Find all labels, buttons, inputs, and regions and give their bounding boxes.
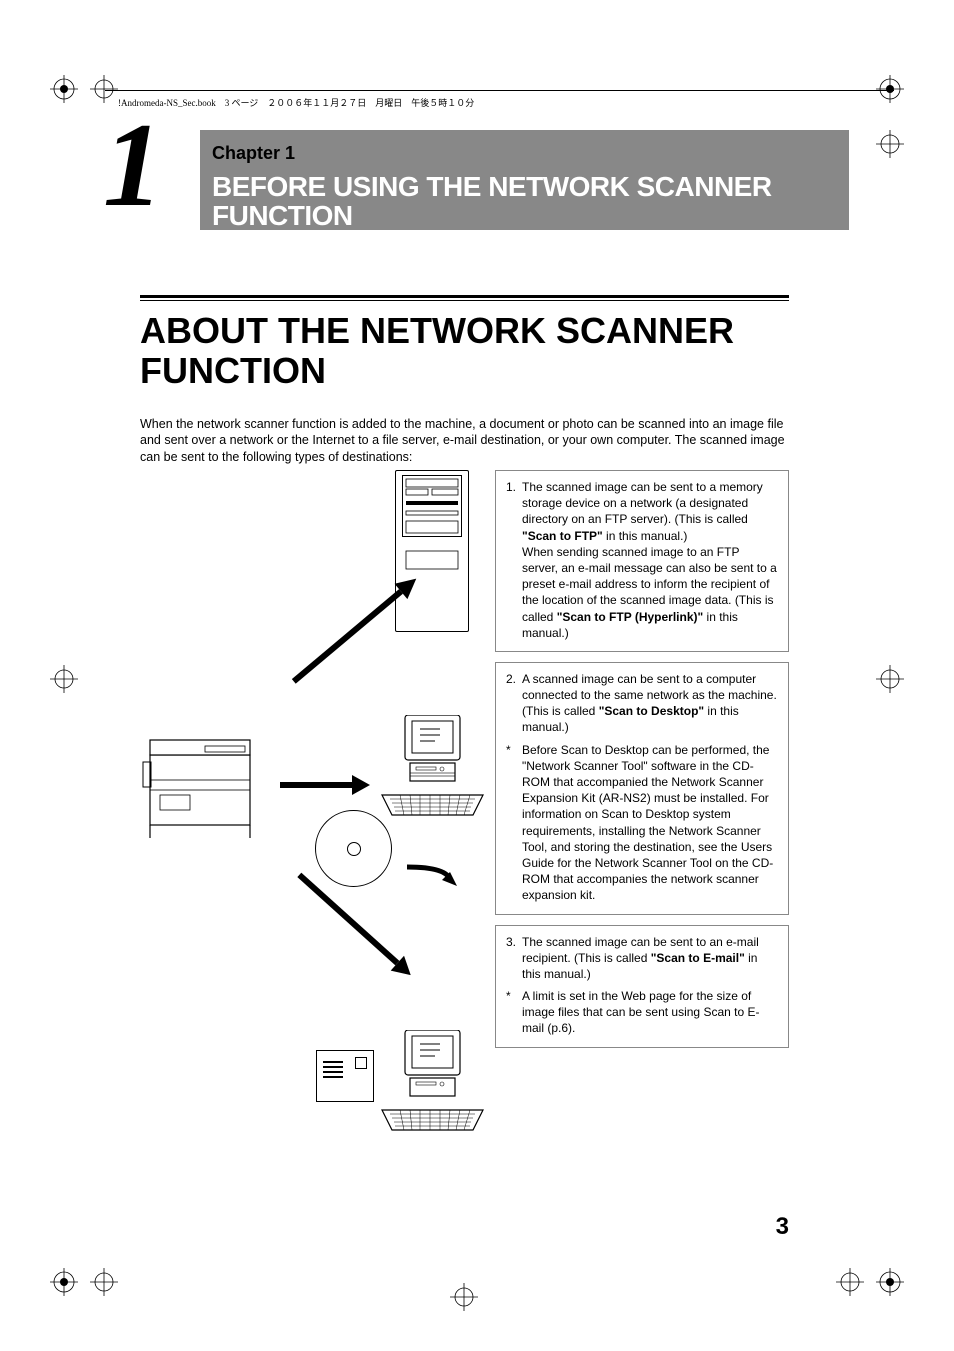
section-heading: ABOUT THE NETWORK SCANNER FUNCTION — [140, 295, 789, 390]
list-item: 1.The scanned image can be sent to a mem… — [506, 479, 778, 641]
crop-mark-icon — [50, 75, 78, 103]
crop-mark-icon — [876, 130, 904, 158]
bold-term: "Scan to FTP (Hyperlink)" — [557, 610, 704, 624]
chapter-label: Chapter 1 — [212, 144, 839, 162]
info-box: 3.The scanned image can be sent to an e-… — [495, 925, 789, 1048]
crop-mark-icon — [876, 75, 904, 103]
fax-icon — [316, 1050, 374, 1102]
crop-mark-icon — [876, 1268, 904, 1296]
chapter-header: Chapter 1 BEFORE USING THE NETWORK SCANN… — [105, 130, 849, 230]
bold-term: "Scan to E-mail" — [651, 951, 745, 965]
bold-term: "Scan to Desktop" — [599, 704, 704, 718]
info-box: 1.The scanned image can be sent to a mem… — [495, 470, 789, 652]
desktop-pc-icon — [380, 1030, 485, 1160]
manual-page: !Andromeda-NS_Sec.book 3 ページ ２００６年１１月２７日… — [0, 0, 954, 1351]
item-number: 3. — [506, 934, 522, 983]
list-item: 2.A scanned image can be sent to a compu… — [506, 671, 778, 736]
item-number: * — [506, 742, 522, 904]
server-icon — [395, 470, 469, 632]
description-column: 1.The scanned image can be sent to a mem… — [495, 470, 789, 1170]
chapter-title: BEFORE USING THE NETWORK SCANNER FUNCTIO… — [212, 172, 839, 231]
list-item: *A limit is set in the Web page for the … — [506, 988, 778, 1037]
list-item: 3.The scanned image can be sent to an e-… — [506, 934, 778, 983]
list-item: *Before Scan to Desktop can be performed… — [506, 742, 778, 904]
item-number: 2. — [506, 671, 522, 736]
crop-header-text: !Andromeda-NS_Sec.book 3 ページ ２００６年１１月２７日… — [118, 96, 474, 109]
crop-mark-icon — [50, 1268, 78, 1296]
crop-mark-icon — [836, 1268, 864, 1296]
item-number: 1. — [506, 479, 522, 641]
chapter-number: 1 — [103, 105, 163, 225]
item-text: Before Scan to Desktop can be performed,… — [522, 742, 778, 904]
item-number: * — [506, 988, 522, 1037]
item-text: The scanned image can be sent to an e-ma… — [522, 934, 778, 983]
intro-paragraph: When the network scanner function is add… — [140, 416, 789, 465]
info-box: 2.A scanned image can be sent to a compu… — [495, 662, 789, 915]
crop-mark-icon — [450, 1283, 478, 1311]
crop-mark-icon — [90, 1268, 118, 1296]
desktop-pc-icon — [380, 715, 485, 845]
section-title: ABOUT THE NETWORK SCANNER FUNCTION — [140, 311, 789, 390]
crop-mark-icon — [876, 665, 904, 693]
copier-icon — [140, 720, 270, 850]
item-text: The scanned image can be sent to a memor… — [522, 479, 778, 641]
curved-arrow-icon — [402, 862, 462, 892]
page-number: 3 — [776, 1213, 789, 1241]
crop-line — [105, 90, 894, 91]
arrow-icon — [280, 775, 370, 795]
diagram — [140, 470, 485, 1170]
bold-term: "Scan to FTP" — [522, 529, 603, 543]
item-text: A limit is set in the Web page for the s… — [522, 988, 778, 1037]
item-text: A scanned image can be sent to a compute… — [522, 671, 778, 736]
crop-mark-icon — [50, 665, 78, 693]
